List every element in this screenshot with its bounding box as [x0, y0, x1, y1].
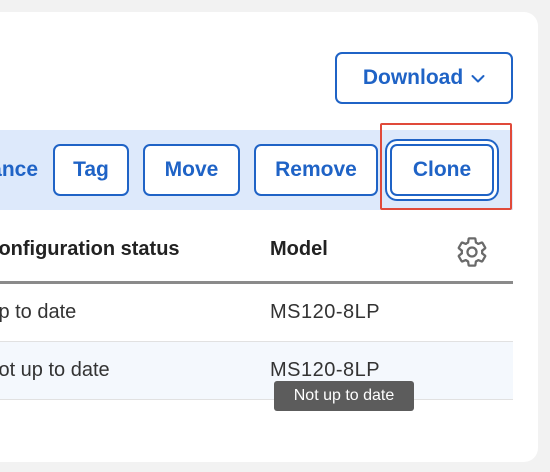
model-cell: MS120-8LP	[270, 301, 381, 323]
cancel-button[interactable]: Cancel	[0, 130, 38, 210]
status-tooltip: Not up to date	[274, 381, 414, 411]
chevron-down-icon	[471, 75, 485, 83]
download-button[interactable]: Download	[335, 52, 513, 104]
table-row[interactable]: Not up to date MS120-8LP	[0, 342, 513, 400]
configuration-status-cell: Up to date	[0, 301, 77, 323]
download-label: Download	[362, 66, 464, 89]
configuration-status-cell: Not up to date	[0, 359, 110, 381]
cancel-label: Cancel	[0, 158, 38, 181]
table-row[interactable]: Up to date MS120-8LP	[0, 284, 513, 342]
column-header-model[interactable]: Model	[270, 238, 328, 261]
move-button[interactable]: Move	[143, 144, 240, 196]
gear-icon[interactable]	[455, 235, 489, 269]
clone-button[interactable]: Clone	[390, 144, 494, 196]
column-header-configuration-status[interactable]: Configuration status	[0, 238, 180, 261]
bulk-action-bar: Cancel Tag Move Remove Clone	[0, 130, 513, 210]
tag-button[interactable]: Tag	[53, 144, 129, 196]
remove-button[interactable]: Remove	[254, 144, 378, 196]
